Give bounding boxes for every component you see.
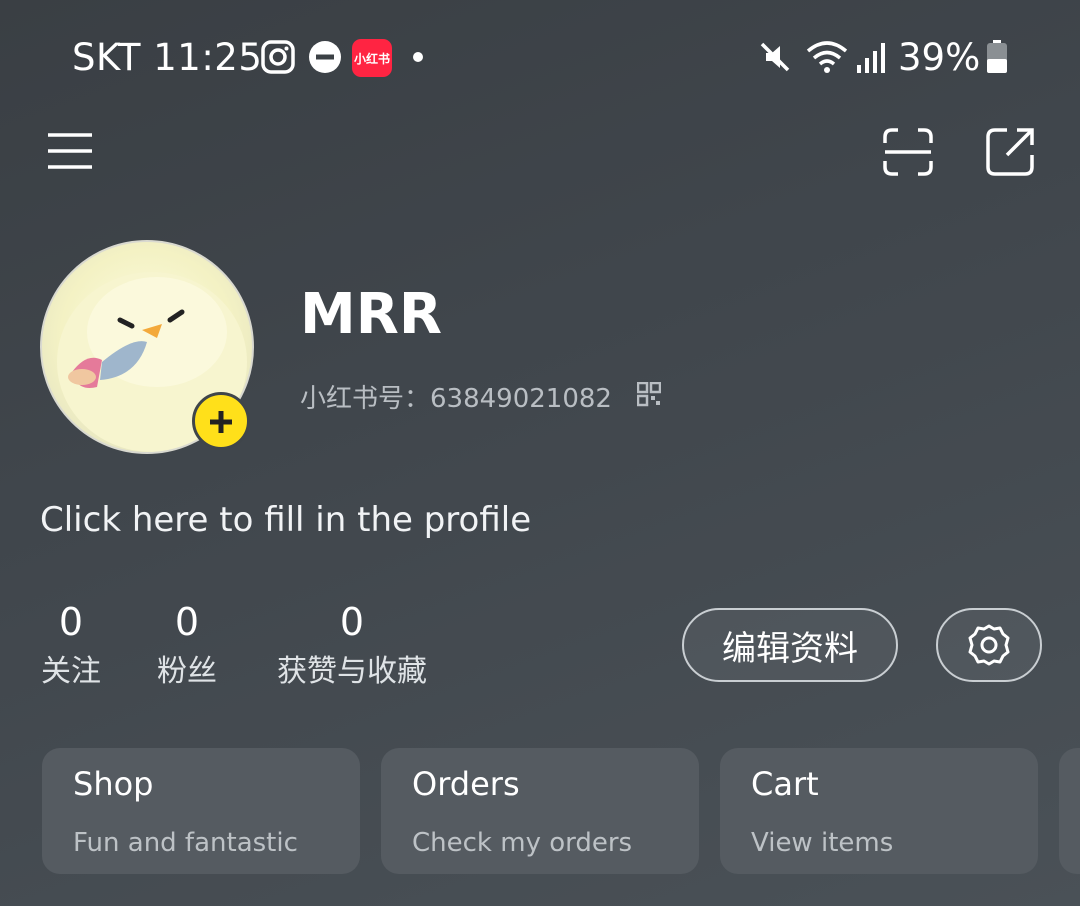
- settings-icon: [968, 624, 1010, 666]
- following-count: 0: [58, 600, 84, 644]
- orders-card[interactable]: Orders Check my orders: [381, 748, 699, 874]
- shop-card[interactable]: Shop Fun and fantastic: [42, 748, 360, 874]
- followers-count: 0: [174, 600, 200, 644]
- shop-card-subtitle: Fun and fantastic: [73, 828, 298, 858]
- cart-card-subtitle: View items: [751, 828, 894, 858]
- next-card-peek[interactable]: [1059, 748, 1080, 874]
- stat-likes-collections[interactable]: 0 获赞与收藏: [272, 598, 432, 694]
- redbook-id[interactable]: 小红书号：63849021082: [300, 378, 612, 415]
- battery-icon: [987, 40, 1007, 73]
- mute-icon: [760, 42, 790, 72]
- bio-prompt[interactable]: Click here to fill in the profile: [40, 500, 531, 540]
- followers-label: 粉丝: [157, 654, 217, 689]
- stat-followers[interactable]: 0 粉丝: [156, 598, 218, 694]
- battery-percent: 39%: [898, 36, 981, 79]
- menu-icon[interactable]: [46, 131, 94, 171]
- likes-collections-count: 0: [339, 600, 365, 644]
- cart-card[interactable]: Cart View items: [720, 748, 1038, 874]
- orders-card-subtitle: Check my orders: [412, 828, 633, 858]
- instagram-icon: [261, 40, 295, 74]
- following-label: 关注: [41, 654, 101, 689]
- redbook-app-badge: 小红书: [352, 39, 392, 77]
- wifi-icon: [806, 41, 848, 73]
- add-avatar-button[interactable]: [192, 392, 250, 450]
- qr-code-icon[interactable]: [637, 382, 661, 408]
- notification-dot: [413, 52, 423, 62]
- scan-icon[interactable]: [882, 127, 934, 177]
- share-icon[interactable]: [985, 127, 1035, 177]
- carrier-time: SKT 11:25: [72, 36, 263, 79]
- dnd-icon: [309, 41, 341, 73]
- orders-card-title: Orders: [412, 765, 520, 803]
- settings-button[interactable]: [936, 608, 1042, 682]
- shop-card-title: Shop: [73, 765, 154, 803]
- cart-card-title: Cart: [751, 765, 819, 803]
- username: MRR: [300, 282, 442, 347]
- signal-icon: [857, 43, 885, 73]
- status-bar: SKT 11:25 小红书 39%: [0, 0, 1080, 115]
- stat-following[interactable]: 0 关注: [40, 598, 102, 694]
- likes-collections-label: 获赞与收藏: [277, 654, 427, 689]
- add-icon: [210, 411, 232, 433]
- edit-profile-button[interactable]: 编辑资料: [682, 608, 898, 682]
